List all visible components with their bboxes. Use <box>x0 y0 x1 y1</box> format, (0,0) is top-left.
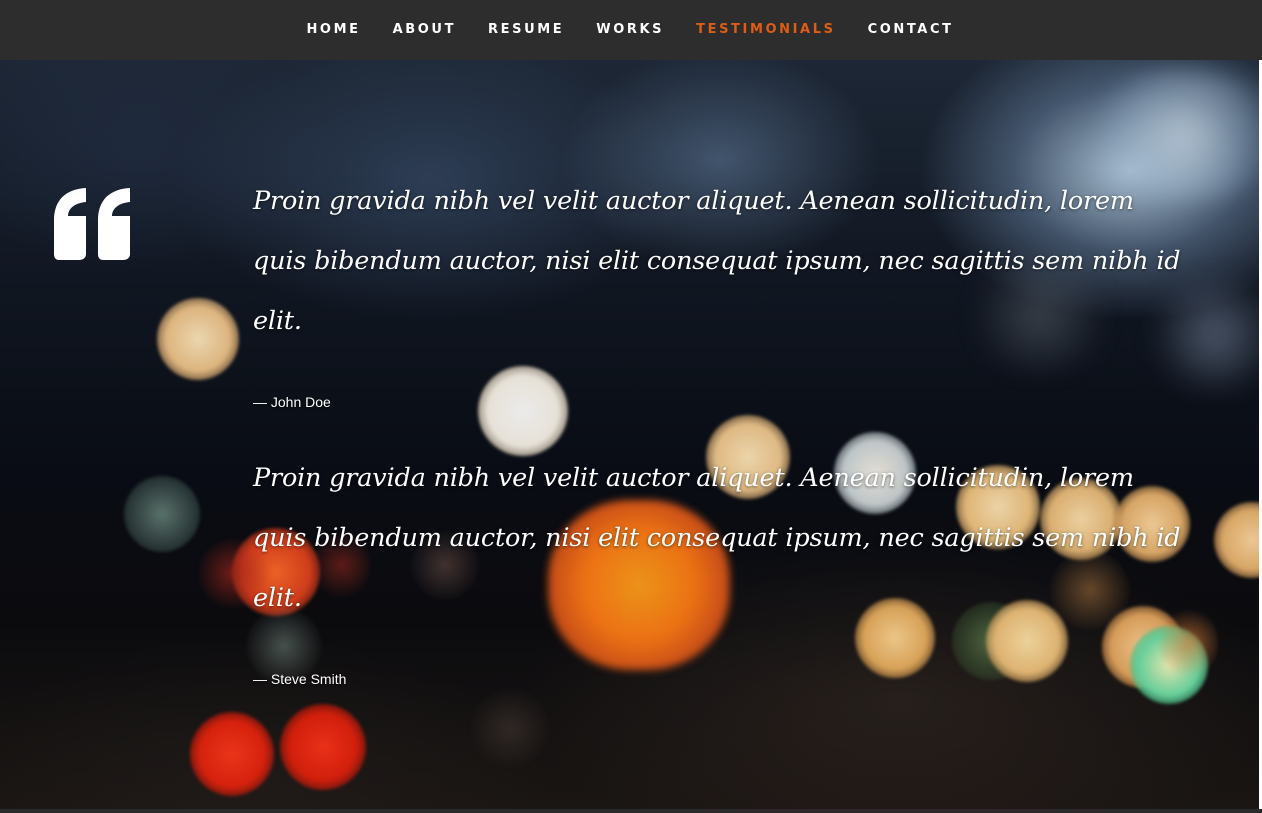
page: HOME ABOUT RESUME WORKS TESTIMONIALS CON… <box>0 0 1262 813</box>
testimonial-quote: Proin gravida nibh vel velit auctor aliq… <box>253 463 1181 613</box>
nav-item-home[interactable]: HOME <box>306 0 360 60</box>
nav-item-testimonials[interactable]: TESTIMONIALS <box>696 0 835 60</box>
nav-item-resume[interactable]: RESUME <box>488 0 564 60</box>
nav-item-about[interactable]: ABOUT <box>393 0 456 60</box>
testimonial-quote: Proin gravida nibh vel velit auctor aliq… <box>253 186 1181 336</box>
quote-icon <box>54 188 130 260</box>
nav-item-contact[interactable]: CONTACT <box>868 0 954 60</box>
nav-item-works[interactable]: WORKS <box>596 0 664 60</box>
testimonial-author: — John Doe <box>253 394 331 410</box>
testimonial-author: — Steve Smith <box>253 671 347 687</box>
top-navigation: HOME ABOUT RESUME WORKS TESTIMONIALS CON… <box>0 0 1262 60</box>
bottom-edge <box>0 809 1262 813</box>
nav-list: HOME ABOUT RESUME WORKS TESTIMONIALS CON… <box>0 0 1261 60</box>
